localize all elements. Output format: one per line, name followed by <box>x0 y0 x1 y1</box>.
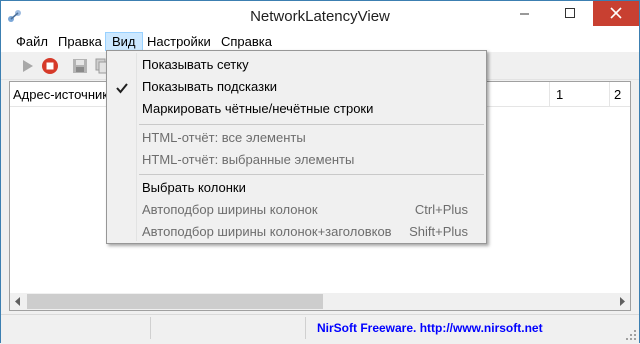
menu-item-label: Автоподбор ширины колонок+заголовков <box>142 224 392 239</box>
horizontal-scrollbar[interactable] <box>10 293 630 310</box>
scrollbar-thumb[interactable] <box>27 294 323 309</box>
menu-separator <box>139 174 484 175</box>
stop-icon[interactable] <box>41 57 59 75</box>
status-cell-1 <box>3 317 151 339</box>
column-header-2[interactable]: 2 <box>610 82 630 106</box>
maximize-button[interactable] <box>547 1 593 26</box>
menu-item-choose-columns[interactable]: Выбрать колонки <box>109 177 484 199</box>
menu-item-label: Маркировать чётные/нечётные строки <box>142 101 374 116</box>
play-icon[interactable] <box>18 57 36 75</box>
resize-grip-icon[interactable] <box>625 329 637 341</box>
save-icon[interactable] <box>71 57 89 75</box>
status-bar: NirSoft Freeware. http://www.nirsoft.net <box>1 314 639 343</box>
status-cell-2 <box>151 317 306 339</box>
title-bar[interactable]: NetworkLatencyView <box>1 1 639 32</box>
menu-item-label: Автоподбор ширины колонок <box>142 202 318 217</box>
menu-item-label: Показывать подсказки <box>142 79 278 94</box>
menu-item-auto-size-columns-headers[interactable]: Автоподбор ширины колонок+заголовков Shi… <box>109 221 484 243</box>
menu-settings[interactable]: Настройки <box>141 32 217 51</box>
menu-item-shortcut: Shift+Plus <box>409 224 468 239</box>
menu-item-html-report-all[interactable]: HTML-отчёт: все элементы <box>109 127 484 149</box>
menu-item-show-tooltips[interactable]: Показывать подсказки <box>109 76 484 98</box>
menu-item-label: Выбрать колонки <box>142 180 246 195</box>
menu-help[interactable]: Справка <box>215 32 278 51</box>
menu-item-label: HTML-отчёт: все элементы <box>142 130 306 145</box>
menu-item-label: HTML-отчёт: выбранные элементы <box>142 152 355 167</box>
menu-bar: Файл Правка Вид Настройки Справка <box>1 32 639 52</box>
menu-item-shortcut: Ctrl+Plus <box>414 202 468 217</box>
menu-separator <box>139 124 484 125</box>
nirsoft-link[interactable]: NirSoft Freeware. http://www.nirsoft.net <box>317 317 543 339</box>
scroll-left-icon[interactable] <box>10 293 27 310</box>
menu-item-show-grid[interactable]: Показывать сетку <box>109 54 484 76</box>
scroll-right-icon[interactable] <box>613 293 630 310</box>
close-button[interactable] <box>593 1 639 26</box>
minimize-button[interactable] <box>501 1 547 26</box>
menu-edit[interactable]: Правка <box>52 32 108 51</box>
menu-item-mark-odd-even-rows[interactable]: Маркировать чётные/нечётные строки <box>109 98 484 120</box>
menu-view[interactable]: Вид <box>105 32 143 51</box>
menu-item-label: Показывать сетку <box>142 57 249 72</box>
checkmark-icon <box>115 80 129 94</box>
menu-item-html-report-selected[interactable]: HTML-отчёт: выбранные элементы <box>109 149 484 171</box>
menu-file[interactable]: Файл <box>10 32 54 51</box>
menu-item-auto-size-columns[interactable]: Автоподбор ширины колонок Ctrl+Plus <box>109 199 484 221</box>
column-header-1[interactable]: 1 <box>550 82 610 106</box>
view-menu-dropdown: Показывать сетку Показывать подсказки Ма… <box>106 50 487 244</box>
